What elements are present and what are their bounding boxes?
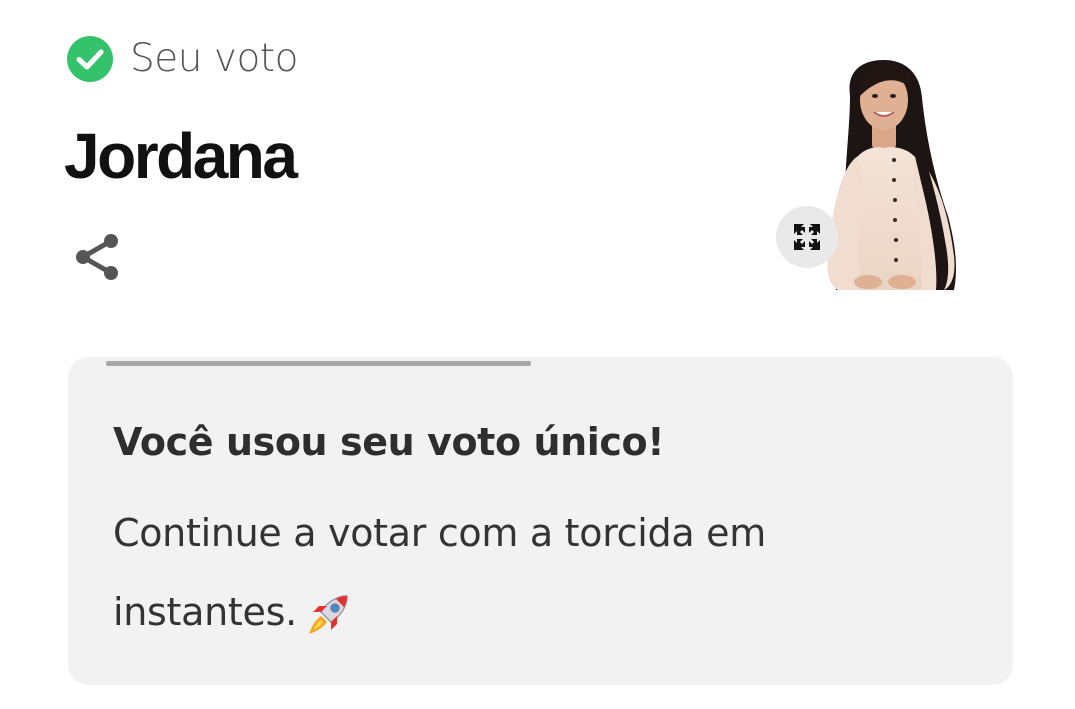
vote-status-label: Seu voto: [130, 36, 298, 81]
message-title: Você usou seu voto único!: [113, 420, 665, 464]
share-icon[interactable]: [70, 230, 124, 284]
vote-status: Seu voto: [67, 36, 298, 82]
rocket-icon: [308, 594, 348, 634]
vote-confirmation-screen: Seu voto Jordana Você usou seu voto únic…: [0, 0, 1075, 709]
vote-progress-bar: [106, 361, 531, 366]
expand-photo-button[interactable]: [776, 206, 838, 268]
expand-icon: [794, 224, 820, 250]
candidate-name: Jordana: [64, 120, 298, 192]
check-circle-icon: [67, 36, 113, 82]
message-body: Continue a votar com a torcida em instan…: [113, 494, 893, 652]
message-body-text: Continue a votar com a torcida em instan…: [113, 511, 766, 634]
